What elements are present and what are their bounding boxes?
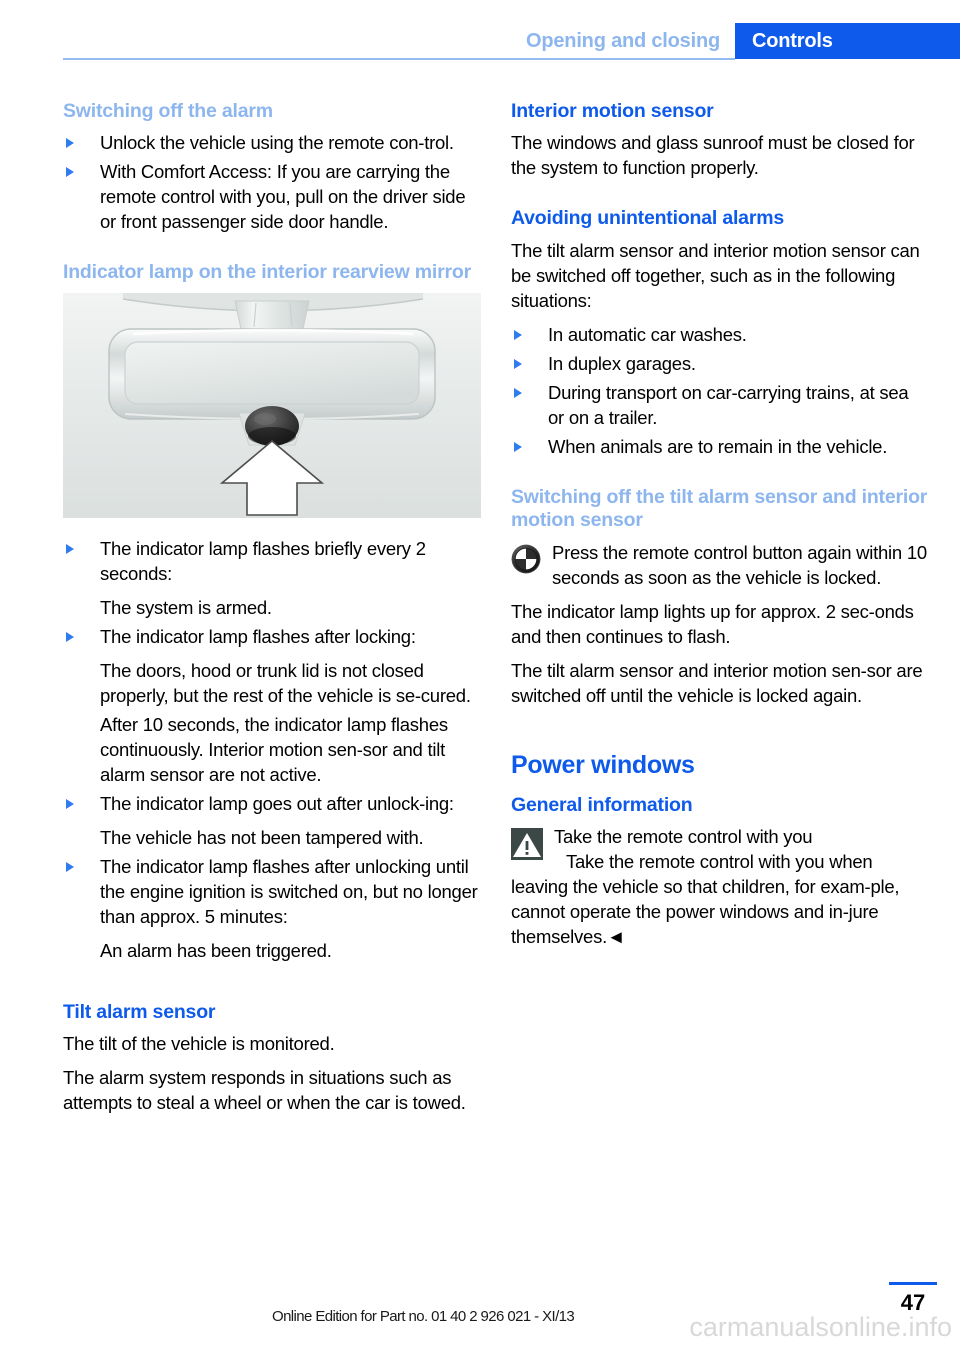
list-item: During transport on car-carrying trains,… [511,380,929,430]
left-column: Switching off the alarm Unlock the vehic… [63,100,481,1124]
page-number-rule [889,1282,937,1285]
list-item: Unlock the vehicle using the remote con‑… [63,130,481,155]
list-item-detail: The vehicle has not been tampered with. [100,826,424,848]
list-item: With Comfort Access: If you are carrying… [63,159,481,234]
indicator-item-1: The indicator lamp flashes after locking… [63,624,481,649]
list-item-text: During transport on car-carrying trains,… [548,381,909,428]
heading-general-information: General information [511,794,693,817]
header-section-tab: Controls [735,23,960,59]
heading-avoiding-unintentional-alarms: Avoiding unintentional alarms [511,207,784,230]
avoiding-bullet-list: In automatic car washes. In duplex garag… [511,322,929,459]
list-item-text: In automatic car washes. [548,323,747,345]
list-item-text: With Comfort Access: If you are carrying… [100,161,466,233]
triangle-right-icon [66,798,74,809]
header-chapter-label: Opening and closing [526,30,720,52]
list-item-text: When animals are to remain in the vehicl… [548,435,888,457]
triangle-right-icon [514,441,522,452]
list-item: In duplex garages. [511,351,929,376]
heading-indicator-lamp-rearview-mirror: Indicator lamp on the interior rearview … [63,261,471,284]
triangle-right-icon [66,861,74,872]
avoiding-intro-paragraph: The tilt alarm sensor and interior motio… [511,239,920,311]
page-header: Opening and closing Controls [0,0,960,72]
triangle-right-icon [66,138,74,149]
list-item-detail: The doors, hood or trunk lid is not clos… [100,659,471,706]
header-divider-rule [63,58,735,60]
page-footer: Online Edition for Part no. 01 40 2 926 … [0,1272,960,1362]
list-item-text: The indicator lamp flashes after locking… [100,625,416,647]
indicator-item-3: The indicator lamp flashes after unlocki… [63,854,481,929]
bmw-roundel-icon [511,544,541,573]
list-item: The indicator lamp flashes after unlocki… [63,854,481,929]
triangle-right-icon [66,167,74,178]
list-item: The indicator lamp goes out after unlock… [63,791,481,816]
right-column: Interior motion sensor The windows and g… [511,100,929,958]
triangle-right-icon [66,543,74,554]
warning-triangle-icon [511,828,543,861]
triangle-right-icon [66,631,74,642]
tilt-alarm-paragraph-2: The alarm system responds in situations … [63,1067,466,1114]
sensor-paragraph-1: The indicator lamp lights up for approx.… [511,600,914,647]
triangle-right-icon [514,358,522,369]
warning-body: Take the remote control with you when le… [511,851,900,948]
list-item: The indicator lamp flashes after locking… [63,624,481,649]
bmw-note-block: Press the remote control button again wi… [511,540,929,590]
bmw-note-text: Press the remote control button again wi… [552,541,927,588]
heading-switching-off-tilt-and-motion-sensor: Switching off the tilt alarm sensor and … [511,485,928,532]
rearview-mirror-figure [63,292,481,518]
tilt-alarm-paragraph-1: The tilt of the vehicle is monitored. [63,1033,335,1055]
heading-tilt-alarm-sensor: Tilt alarm sensor [63,1000,216,1023]
indicator-item-2: The indicator lamp goes out after unlock… [63,791,481,816]
rearview-mirror-illustration [63,292,481,518]
list-item-text: The indicator lamp flashes briefly every… [100,537,426,584]
triangle-right-icon [514,387,522,398]
list-item-text: The indicator lamp goes out after unlock… [100,792,454,814]
footer-edition-text: Online Edition for Part no. 01 40 2 926 … [272,1308,575,1325]
list-item-detail: The system is armed. [100,596,272,618]
site-watermark: carmanualsonline.info [689,1312,952,1342]
list-item: The indicator lamp flashes briefly every… [63,536,481,586]
heading-switching-off-the-alarm: Switching off the alarm [63,100,273,122]
warning-note-block: Take the remote control with you Take th… [511,824,929,949]
list-item-text: In duplex garages. [548,352,696,374]
list-item: When animals are to remain in the vehicl… [511,434,929,459]
heading-power-windows: Power windows [511,750,695,779]
interior-motion-paragraph: The windows and glass sunroof must be cl… [511,132,915,179]
indicator-item-0: The indicator lamp flashes briefly every… [63,536,481,586]
list-item: In automatic car washes. [511,322,929,347]
list-item-text: The indicator lamp flashes after unlocki… [100,855,478,927]
header-section-tab-label: Controls [752,30,833,52]
warning-title: Take the remote control with you [554,826,813,848]
sensor-paragraph-2: The tilt alarm sensor and interior motio… [511,659,923,706]
triangle-right-icon [514,329,522,340]
heading-interior-motion-sensor: Interior motion sensor [511,100,714,122]
list-item-detail: After 10 seconds, the indicator lamp fla… [100,713,448,785]
list-item-detail: An alarm has been triggered. [100,939,332,961]
list-item-text: Unlock the vehicle using the remote con‑… [100,132,454,154]
indicator-lamp-list: The indicator lamp flashes briefly every… [63,536,481,963]
switching-off-bullet-list: Unlock the vehicle using the remote con‑… [63,130,481,234]
